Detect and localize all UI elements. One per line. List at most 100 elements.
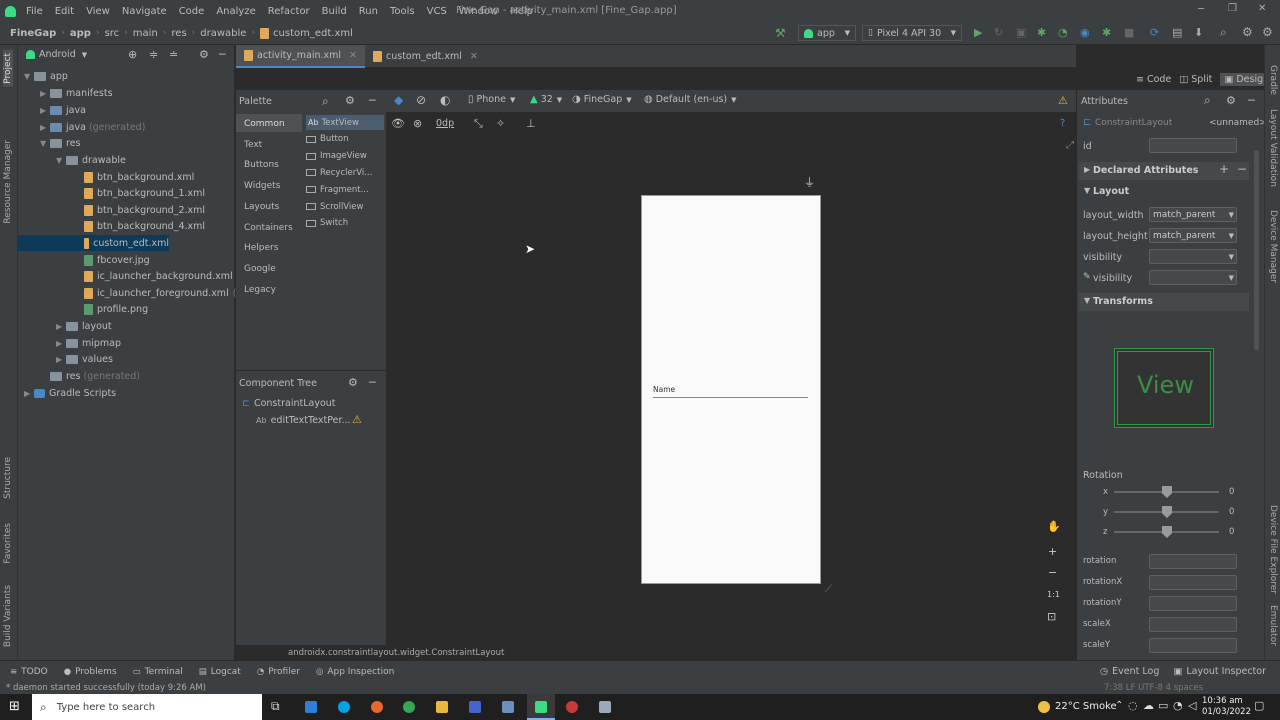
- logcat-button[interactable]: Logcat: [211, 667, 241, 677]
- breadcrumb-src[interactable]: src: [105, 28, 120, 39]
- palette-item[interactable]: Switch: [306, 216, 348, 231]
- breadcrumb-module[interactable]: app: [70, 28, 91, 39]
- gear-icon[interactable]: ⚙: [1242, 25, 1253, 39]
- palette-item[interactable]: Fragment...: [306, 182, 369, 197]
- taskbar-search[interactable]: ⌕ Type here to search: [32, 694, 262, 720]
- palette-item[interactable]: Button: [306, 132, 348, 147]
- event-log-button[interactable]: Event Log: [1112, 666, 1159, 677]
- remove-icon[interactable]: −: [1237, 162, 1247, 176]
- menu-item-navigate[interactable]: Navigate: [122, 6, 167, 17]
- hide-icon[interactable]: ─: [369, 94, 376, 107]
- problems-button[interactable]: Problems: [75, 667, 116, 677]
- zoom-in-icon[interactable]: +: [1048, 545, 1057, 558]
- close-button[interactable]: ✕: [1258, 3, 1266, 14]
- breadcrumb-drawable[interactable]: drawable: [200, 28, 246, 39]
- menu-item-edit[interactable]: Edit: [55, 6, 74, 17]
- palette-category-common[interactable]: Common: [244, 119, 285, 129]
- notepad-icon[interactable]: [599, 701, 611, 713]
- design-canvas[interactable]: ⏚ Name ⟋ ➤ ✋ + − 1:1 ⊡ ⤢: [386, 134, 1076, 645]
- tree-item-file[interactable]: btn_background_2.xml: [84, 202, 205, 218]
- default-margin-button[interactable]: 0dp: [436, 118, 454, 129]
- id-field[interactable]: [1149, 138, 1237, 153]
- name-edittext[interactable]: Name: [653, 385, 675, 394]
- palette-category-buttons[interactable]: Buttons: [244, 160, 279, 170]
- cloud-icon[interactable]: ☁: [1143, 699, 1154, 712]
- menu-item-view[interactable]: View: [86, 6, 110, 17]
- tree-item-app[interactable]: ▼ app: [24, 68, 68, 84]
- menu-item-code[interactable]: Code: [179, 6, 205, 17]
- build-hammer-icon[interactable]: ⚒: [775, 26, 786, 40]
- declared-attributes-header[interactable]: ▶ Declared Attributes + −: [1079, 162, 1249, 180]
- tree-item-res[interactable]: ▼ res: [40, 135, 81, 151]
- attach-icon[interactable]: ✱: [1102, 26, 1111, 39]
- layout-validation-tool-tab[interactable]: Layout Validation: [1268, 109, 1278, 187]
- menu-item-run[interactable]: Run: [359, 6, 378, 17]
- tree-item-res-generated[interactable]: res (generated): [40, 368, 140, 384]
- night-mode-icon[interactable]: ◐: [440, 93, 450, 107]
- clear-constraints-icon[interactable]: ⤡: [474, 117, 483, 131]
- tree-item-drawable[interactable]: ▼ drawable: [56, 152, 126, 168]
- breadcrumb-project[interactable]: FineGap: [10, 28, 56, 39]
- menu-item-file[interactable]: File: [26, 6, 43, 17]
- rotation-slider[interactable]: [1114, 486, 1219, 498]
- app-icon[interactable]: [566, 701, 578, 713]
- tree-item-file[interactable]: btn_background_4.xml: [84, 219, 205, 235]
- file-explorer-icon[interactable]: [436, 701, 448, 713]
- wifi-icon[interactable]: ◔: [1173, 699, 1183, 712]
- slider-thumb[interactable]: [1162, 526, 1172, 538]
- palette-category-layouts[interactable]: Layouts: [244, 202, 279, 212]
- gear-icon[interactable]: ⚙: [345, 94, 355, 107]
- close-icon[interactable]: ✕: [349, 50, 357, 61]
- taskbar-time[interactable]: 10:36 am: [1202, 696, 1243, 706]
- layout-height-field[interactable]: match_parent ▼: [1149, 228, 1237, 243]
- hide-icon[interactable]: ─: [219, 48, 226, 61]
- warning-icon[interactable]: ⚠: [352, 413, 362, 426]
- tree-item-file[interactable]: profile.png: [84, 302, 148, 318]
- tree-item-file[interactable]: ic_launcher_foreground.xml(v24): [84, 285, 258, 301]
- chrome-icon[interactable]: [403, 701, 415, 713]
- network-icon[interactable]: ◌: [1128, 699, 1138, 712]
- infer-constraints-icon[interactable]: ✧: [496, 117, 505, 130]
- collapse-all-icon[interactable]: ≐: [169, 48, 178, 61]
- field-scalex[interactable]: [1149, 617, 1237, 632]
- help-icon[interactable]: ?: [1060, 118, 1065, 129]
- palette-category-containers[interactable]: Containers: [244, 223, 293, 233]
- resize-handle-icon[interactable]: ⟋: [825, 584, 832, 595]
- notification-icon[interactable]: ▢: [1254, 699, 1264, 712]
- palette-category-google[interactable]: Google: [244, 264, 276, 274]
- device-manager-icon[interactable]: ▤: [1172, 26, 1182, 39]
- component-constraintlayout[interactable]: ⊏ ConstraintLayout: [242, 395, 336, 411]
- gear-icon[interactable]: ⚙: [348, 376, 358, 389]
- search-icon[interactable]: ⌕: [322, 94, 329, 109]
- status-right-info[interactable]: 7:38 LF UTF-8 4 spaces: [1104, 683, 1203, 693]
- field-rotationx[interactable]: [1149, 575, 1237, 590]
- expand-all-icon[interactable]: ≑: [149, 48, 158, 61]
- tree-item-mipmap[interactable]: ▶ mipmap: [56, 335, 121, 351]
- menu-item-tools[interactable]: Tools: [390, 6, 415, 17]
- firefox-icon[interactable]: [371, 701, 383, 713]
- warning-icon[interactable]: ⚠: [1058, 94, 1068, 107]
- split-mode-button[interactable]: Split: [1191, 74, 1212, 85]
- theme-dropdown[interactable]: ◑ FineGap ▼: [572, 94, 632, 105]
- slider-thumb[interactable]: [1162, 486, 1172, 498]
- gradle-tool-tab[interactable]: Gradle: [1268, 65, 1278, 95]
- build-variants-tool-tab[interactable]: Build Variants: [3, 585, 13, 647]
- orientation-dropdown[interactable]: ▯ Phone ▼: [468, 94, 515, 105]
- gear-icon[interactable]: ⚙: [199, 48, 209, 61]
- tools-visibility-field[interactable]: ▼: [1149, 270, 1237, 285]
- tree-item-file[interactable]: ic_launcher_background.xml: [84, 269, 233, 285]
- component-edittext[interactable]: Ab editTextTextPer...: [256, 412, 351, 428]
- tree-item-file[interactable]: btn_background_1.xml: [84, 186, 205, 202]
- tree-item-layout[interactable]: ▶ layout: [56, 318, 112, 334]
- rotation-slider[interactable]: [1114, 526, 1219, 538]
- breadcrumb-file[interactable]: custom_edt.xml: [273, 28, 353, 39]
- tree-item-file[interactable]: btn_background.xml: [84, 169, 194, 185]
- tree-item-java-generated[interactable]: ▶ java (generated): [40, 119, 145, 135]
- tree-item-gradle-scripts[interactable]: ▶ Gradle Scripts: [24, 385, 116, 401]
- weather-text[interactable]: 22°C Smoke: [1055, 701, 1117, 712]
- tree-item-manifests[interactable]: ▶ manifests: [40, 85, 113, 101]
- stop-icon[interactable]: ■: [1124, 26, 1134, 39]
- task-view-icon[interactable]: ⧉: [271, 699, 280, 714]
- breadcrumb-res[interactable]: res: [171, 28, 186, 39]
- pan-icon[interactable]: ✋: [1047, 520, 1061, 533]
